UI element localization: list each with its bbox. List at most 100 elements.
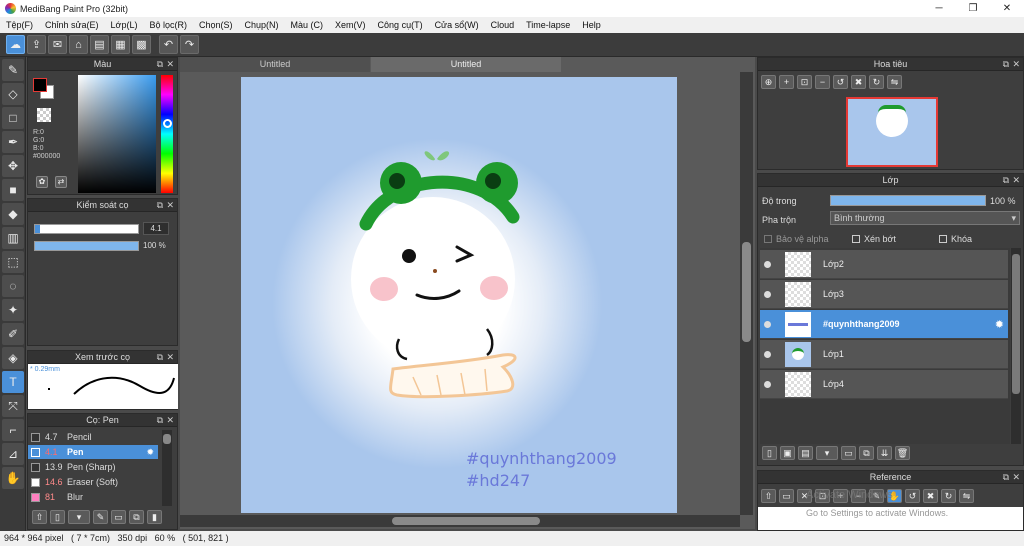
lasso-tool-icon[interactable]: ◌ [2, 275, 24, 297]
layer-list-scrollbar[interactable] [1011, 248, 1021, 444]
close-button[interactable]: ✕ [990, 0, 1024, 17]
operation-tool-icon[interactable]: ⤧ [2, 395, 24, 417]
menu-color[interactable]: Màu (C) [291, 20, 324, 30]
dropper-tool-icon[interactable]: ⌐ [2, 419, 24, 441]
saturation-value-picker[interactable] [78, 75, 156, 193]
menu-window[interactable]: Cửa sổ(W) [435, 20, 479, 30]
foreground-color-swatch[interactable] [33, 78, 47, 92]
clipping-option[interactable]: Xén bớt [852, 234, 896, 244]
brush-list-scrollbar[interactable] [162, 430, 172, 506]
menu-edit[interactable]: Chỉnh sửa(E) [45, 20, 99, 30]
visibility-icon[interactable] [764, 320, 771, 328]
menu-snap[interactable]: Chụp(N) [245, 20, 279, 30]
tab-untitled-2[interactable]: Untitled [371, 57, 561, 72]
reference-rotate-left-icon[interactable]: ↺ [905, 489, 920, 503]
brush-settings-icon[interactable]: ✎ [93, 510, 108, 524]
brush-more-icon[interactable]: ▮ [147, 510, 162, 524]
visibility-icon[interactable] [764, 260, 771, 268]
menu-layer[interactable]: Lớp(L) [111, 20, 138, 30]
undock-icon[interactable]: ⧉ [157, 351, 163, 363]
hand-tool-icon[interactable]: ✋ [2, 467, 24, 489]
comment-icon[interactable]: ✉ [48, 35, 67, 54]
bucket-tool-icon[interactable]: ◆ [2, 203, 24, 225]
undock-icon[interactable]: ⧉ [157, 199, 163, 211]
rotate-left-icon[interactable]: ↺ [833, 75, 848, 89]
brush-item-eraser-soft[interactable]: 14.6 Eraser (Soft) [28, 475, 158, 489]
panel-close-icon[interactable]: ✕ [1012, 471, 1020, 483]
layer-opacity-slider[interactable] [830, 195, 986, 206]
brush-opacity-slider[interactable] [34, 241, 139, 251]
undock-icon[interactable]: ⧉ [1003, 174, 1009, 186]
brush-cloud-icon[interactable]: ⇧ [32, 510, 47, 524]
pen-tool-icon[interactable]: ✒ [2, 131, 24, 153]
zoom-out-icon[interactable]: − [815, 75, 830, 89]
panel-close-icon[interactable]: ✕ [166, 351, 174, 363]
text-tool-icon[interactable]: T [2, 371, 24, 393]
rotate-reset-icon[interactable]: ✖ [851, 75, 866, 89]
flip-icon[interactable]: ⇋ [887, 75, 902, 89]
menu-file[interactable]: Tệp(F) [6, 20, 33, 30]
brush-item-blur[interactable]: 81 Blur [28, 490, 158, 504]
protect-alpha-option[interactable]: Bảo vệ alpha [764, 234, 829, 244]
menu-tools[interactable]: Công cụ(T) [378, 20, 423, 30]
zoom-fit-icon[interactable]: ⊕ [761, 75, 776, 89]
merge-layer-icon[interactable]: ⇊ [877, 446, 892, 460]
page-icon[interactable]: ▤ [90, 35, 109, 54]
brush-settings-icon[interactable]: ✹ [146, 447, 154, 458]
grid-settings-icon[interactable]: ▦ [111, 35, 130, 54]
blend-mode-select[interactable]: Bình thường ▾ [830, 211, 1020, 225]
menu-select[interactable]: Chọn(S) [199, 20, 233, 30]
brush-item-pen[interactable]: 4.1 Pen ✹ [28, 445, 158, 459]
dot-tool-icon[interactable]: □ [2, 107, 24, 129]
menu-filter[interactable]: Bộ lọc(R) [149, 20, 187, 30]
layer-settings-icon[interactable]: ✹ [995, 318, 1004, 331]
menu-cloud[interactable]: Cloud [491, 20, 515, 30]
minimize-button[interactable]: ─ [922, 0, 956, 17]
zoom-in-icon[interactable]: + [779, 75, 794, 89]
brush-folder-icon[interactable]: ▭ [111, 510, 126, 524]
eyedropper-tool-icon[interactable]: ⊿ [2, 443, 24, 465]
tab-untitled-1[interactable]: Untitled [180, 57, 370, 72]
lock-checkbox[interactable] [939, 235, 947, 243]
layer-row-lop2[interactable]: Lớp2 [760, 250, 1008, 279]
reference-open-icon[interactable]: ▭ [779, 489, 794, 503]
clipping-checkbox[interactable] [852, 235, 860, 243]
reference-rotate-right-icon[interactable]: ↻ [941, 489, 956, 503]
panel-close-icon[interactable]: ✕ [166, 199, 174, 211]
protect-alpha-checkbox[interactable] [764, 235, 772, 243]
visibility-icon[interactable] [764, 290, 771, 298]
grid-icon[interactable]: ▩ [132, 35, 151, 54]
undock-icon[interactable]: ⧉ [157, 414, 163, 426]
undock-icon[interactable]: ⧉ [1003, 58, 1009, 70]
undo-icon[interactable]: ↶ [159, 35, 178, 54]
select-pen-tool-icon[interactable]: ✐ [2, 323, 24, 345]
eraser-tool-icon[interactable]: ◇ [2, 83, 24, 105]
layer-row-lop3[interactable]: Lớp3 [760, 280, 1008, 309]
menu-help[interactable]: Help [582, 20, 601, 30]
new-halftone-layer-icon[interactable]: ▣ [780, 446, 795, 460]
menu-timelapse[interactable]: Time-lapse [526, 20, 570, 30]
tag-icon[interactable]: ⌂ [69, 35, 88, 54]
layer-row-lop4[interactable]: Lớp4 [760, 370, 1008, 399]
redo-icon[interactable]: ↷ [180, 35, 199, 54]
zoom-actual-icon[interactable]: ⊡ [797, 75, 812, 89]
panel-close-icon[interactable]: ✕ [1012, 58, 1020, 70]
maximize-button[interactable]: ❐ [956, 0, 990, 17]
new-brush-icon[interactable]: ▯ [50, 510, 65, 524]
gradient-tool-icon[interactable]: ▥ [2, 227, 24, 249]
duplicate-layer-icon[interactable]: ⧉ [859, 446, 874, 460]
lock-option[interactable]: Khóa [939, 234, 972, 244]
brush-tool-icon[interactable]: ✎ [2, 59, 24, 81]
canvas-vertical-scrollbar[interactable] [740, 72, 753, 515]
brush-size-slider[interactable] [34, 224, 139, 234]
select-rect-tool-icon[interactable]: ⬚ [2, 251, 24, 273]
delete-layer-icon[interactable]: 🗑 [895, 446, 910, 460]
share-icon[interactable]: ⇪ [27, 35, 46, 54]
panel-close-icon[interactable]: ✕ [166, 414, 174, 426]
canvas-horizontal-scrollbar[interactable] [180, 515, 740, 527]
reference-rotate-reset-icon[interactable]: ✖ [923, 489, 938, 503]
layer-row-quynhthang2009[interactable]: #quynhthang2009 ✹ [760, 310, 1008, 339]
drawing-canvas[interactable]: #quynhthang2009 #hd247 [241, 77, 677, 513]
transparent-color-swatch[interactable] [37, 108, 51, 122]
undock-icon[interactable]: ⧉ [157, 58, 163, 70]
